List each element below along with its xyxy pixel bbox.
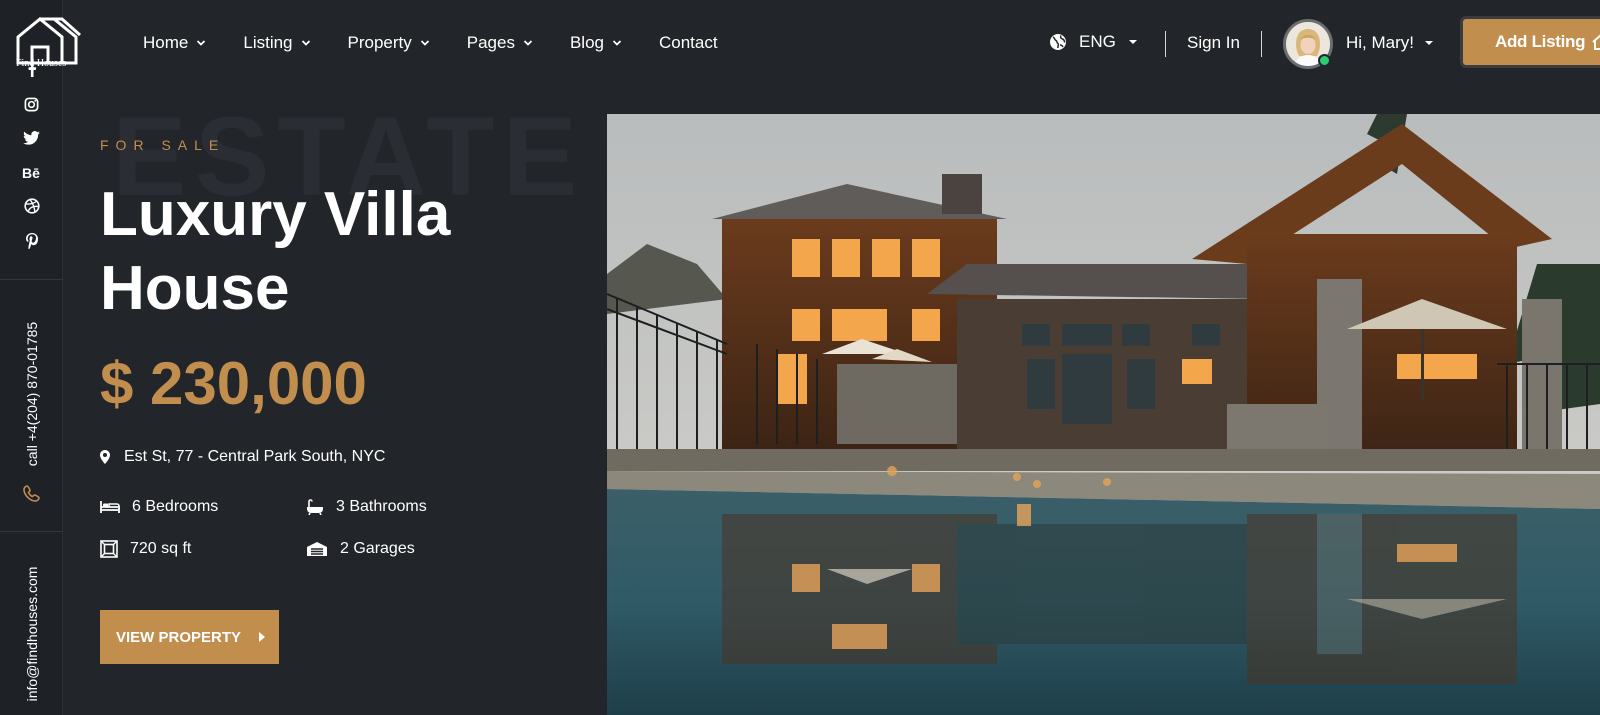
bathtub-icon <box>307 499 323 515</box>
chevron-down-icon <box>301 40 310 46</box>
left-sidebar: Find Houses Bē call +4(204) 870-01785 in… <box>0 0 81 715</box>
add-home-icon <box>1592 34 1600 50</box>
sign-in-link[interactable]: Sign In <box>1187 33 1240 53</box>
language-label: ENG <box>1079 32 1116 51</box>
nav-label: Listing <box>243 33 293 52</box>
header-divider <box>1165 31 1166 57</box>
feature-bedrooms: 6 Bedrooms <box>100 498 218 516</box>
nav-label: Property <box>347 33 412 52</box>
property-address: Est St, 77 - Central Park South, NYC <box>100 448 385 466</box>
add-listing-button[interactable]: Add Listing <box>1460 16 1600 68</box>
chevron-down-icon <box>420 40 429 46</box>
dribbble-icon[interactable] <box>0 195 63 217</box>
nav-pages[interactable]: Pages <box>467 31 533 55</box>
view-property-label: VIEW PROPERTY <box>116 628 242 646</box>
main-nav: Home Listing Property Pages Blog Contact <box>143 31 718 55</box>
sidebar-divider <box>0 531 63 532</box>
chevron-down-icon <box>523 40 533 46</box>
user-greeting: Hi, Mary! <box>1346 33 1414 52</box>
caret-right-icon <box>259 632 265 642</box>
sale-tag: FOR SALE <box>100 137 226 153</box>
view-property-button[interactable]: VIEW PROPERTY <box>100 610 279 664</box>
nav-label: Blog <box>569 33 604 52</box>
facebook-icon[interactable] <box>0 58 63 80</box>
online-status-dot <box>1318 54 1331 67</box>
feature-garages: 2 Garages <box>306 540 415 558</box>
caret-down-icon <box>1128 40 1137 44</box>
nav-contact[interactable]: Contact <box>659 31 718 55</box>
sidebar-phone[interactable]: call +4(204) 870-01785 <box>24 322 40 466</box>
feature-bathrooms: 3 Bathrooms <box>306 498 427 516</box>
chevron-down-icon <box>612 40 622 46</box>
floor-plan-icon <box>100 540 118 558</box>
nav-label: Contact <box>658 33 718 52</box>
chevron-down-icon <box>197 40 206 46</box>
villa-pool-image <box>607 114 1600 715</box>
address-text: Est St, 77 - Central Park South, NYC <box>124 448 386 465</box>
caret-down-icon <box>1425 41 1433 45</box>
property-photo <box>607 114 1600 715</box>
add-listing-label: Add Listing <box>1495 32 1586 51</box>
user-menu[interactable]: Hi, Mary! <box>1346 33 1434 53</box>
bathrooms-label: 3 Bathrooms <box>336 498 427 515</box>
nav-label: Pages <box>466 33 515 52</box>
language-selector[interactable]: ENG <box>1049 32 1138 52</box>
svg-text:Bē: Bē <box>22 166 40 180</box>
nav-listing[interactable]: Listing <box>243 31 310 55</box>
map-pin-icon <box>100 450 110 464</box>
nav-label: Home <box>143 33 189 52</box>
phone-icon <box>23 485 40 502</box>
property-title: Luxury Villa House <box>100 180 451 323</box>
garage-icon <box>307 542 327 556</box>
bedrooms-label: 6 Bedrooms <box>132 498 219 515</box>
sidebar-divider <box>0 279 63 280</box>
nav-blog[interactable]: Blog <box>570 31 622 55</box>
globe-icon <box>1050 34 1066 50</box>
pinterest-icon[interactable] <box>0 230 63 252</box>
sidebar-email[interactable]: info@findhouses.com <box>24 567 40 702</box>
nav-property[interactable]: Property <box>348 31 430 55</box>
bed-icon <box>100 501 120 513</box>
twitter-icon[interactable] <box>0 127 63 149</box>
property-price: $ 230,000 <box>100 350 367 417</box>
area-label: 720 sq ft <box>130 540 192 557</box>
garages-label: 2 Garages <box>340 540 415 557</box>
nav-home[interactable]: Home <box>143 31 206 55</box>
feature-area: 720 sq ft <box>100 540 191 558</box>
header-divider <box>1261 31 1262 57</box>
instagram-icon[interactable] <box>0 93 63 115</box>
behance-icon[interactable]: Bē <box>0 162 63 184</box>
